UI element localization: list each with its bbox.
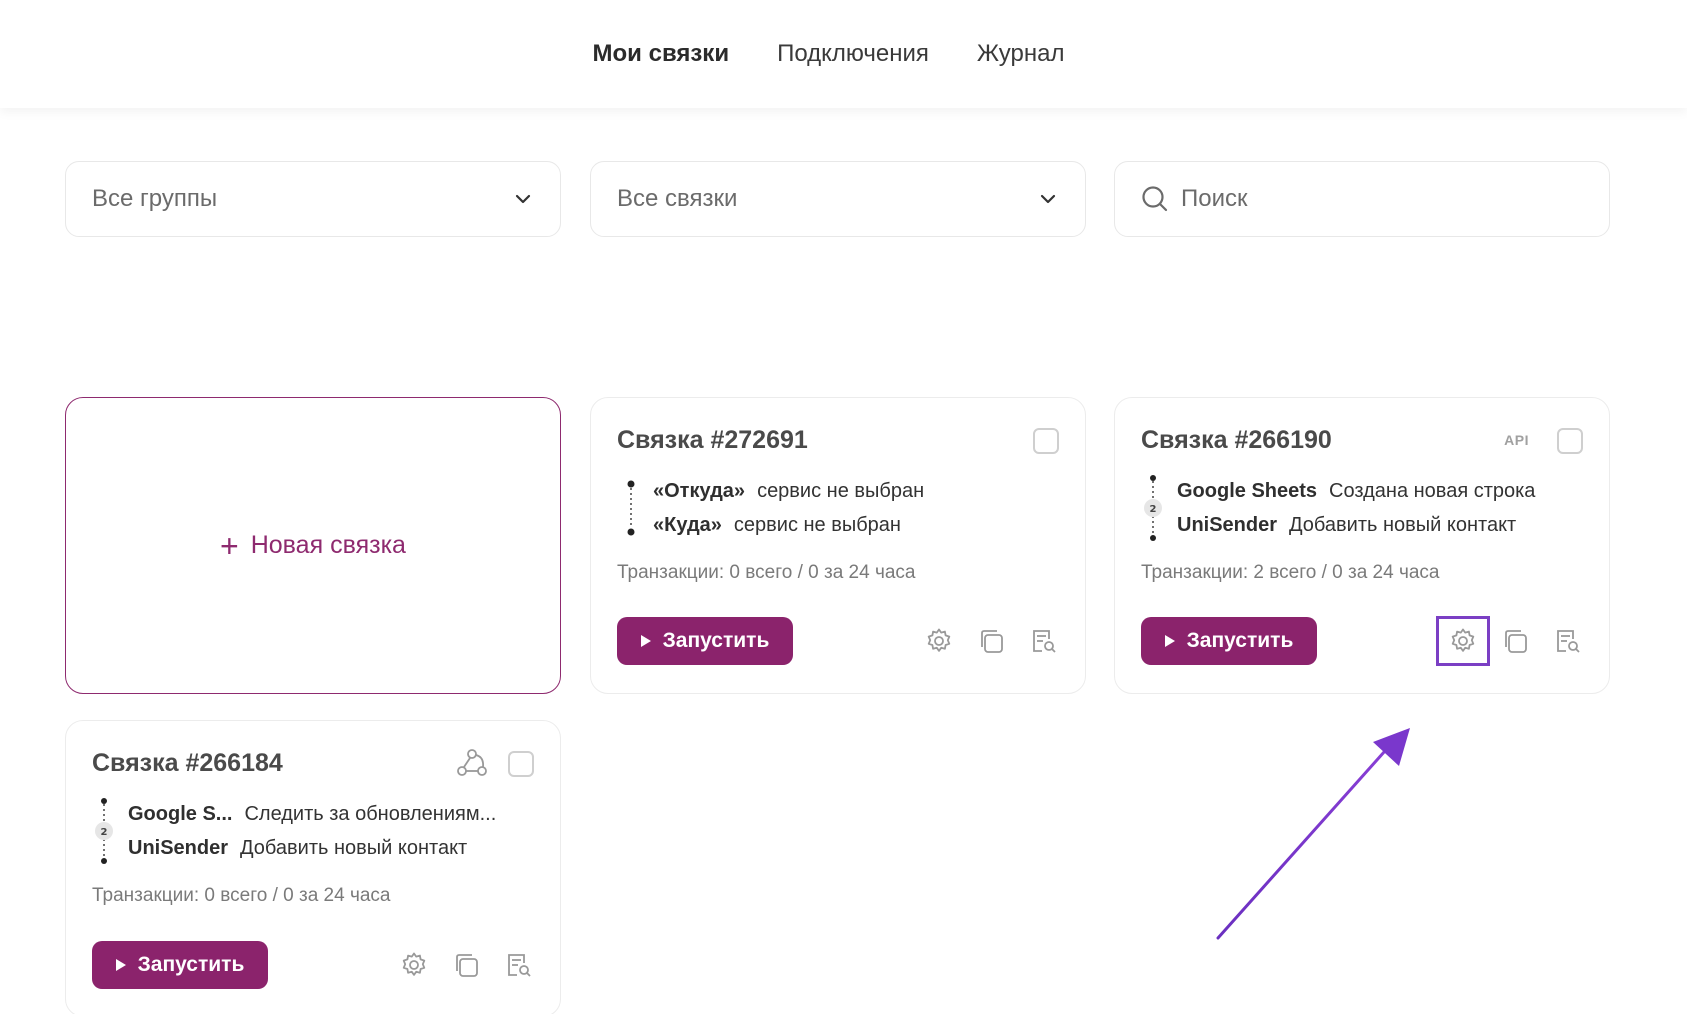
step-count: 2: [1150, 504, 1157, 515]
step-count: 2: [101, 827, 108, 838]
play-icon: [640, 635, 651, 647]
search-input-placeholder: Поиск: [1181, 185, 1248, 212]
new-link-button[interactable]: + Новая связка: [220, 530, 406, 562]
api-badge: API: [1504, 432, 1529, 448]
copy-icon[interactable]: [1500, 626, 1530, 656]
log-icon[interactable]: [1028, 626, 1058, 656]
copy-icon[interactable]: [976, 626, 1006, 656]
link-card-title: Связка #272691: [617, 426, 808, 454]
chevron-down-icon: [1037, 188, 1059, 210]
transactions-text: Транзакции: 0 всего / 0 за 24 часа: [92, 885, 391, 906]
step-target: UniSender Добавить новый контакт: [128, 836, 468, 859]
log-icon[interactable]: [503, 950, 533, 980]
play-icon: [1164, 635, 1175, 647]
card-actions: [924, 626, 1058, 656]
link-checkbox[interactable]: [1557, 428, 1583, 454]
run-button[interactable]: Запустить: [617, 617, 793, 665]
search-field[interactable]: Поиск: [1114, 161, 1610, 237]
step-connector-icon: 2: [1144, 475, 1162, 541]
groups-select-value: Все группы: [92, 185, 218, 212]
gear-icon[interactable]: [1436, 616, 1490, 666]
copy-icon[interactable]: [451, 950, 481, 980]
link-card-title: Связка #266190: [1141, 426, 1332, 454]
groups-select[interactable]: Все группы: [65, 161, 561, 237]
log-icon[interactable]: [1552, 626, 1582, 656]
gear-icon[interactable]: [924, 626, 954, 656]
play-icon: [115, 959, 126, 971]
card-actions: [399, 950, 533, 980]
link-card: Связка #272691 «Откуда» сервис не выбран …: [590, 397, 1086, 694]
run-button[interactable]: Запустить: [92, 941, 268, 989]
links-select-value: Все связки: [617, 185, 738, 212]
step-source: Google S... Следить за обновлениям...: [128, 802, 497, 825]
plus-icon: +: [220, 527, 239, 564]
chevron-down-icon: [512, 188, 534, 210]
tab-journal[interactable]: Журнал: [977, 40, 1065, 68]
link-steps: 2 Google S... Следить за обновлениям... U…: [92, 797, 496, 865]
step-target: UniSender Добавить новый контакт: [1177, 513, 1517, 536]
new-link-label: Новая связка: [250, 531, 406, 559]
transactions-text: Транзакции: 0 всего / 0 за 24 часа: [617, 562, 916, 583]
links-select[interactable]: Все связки: [590, 161, 1086, 237]
link-steps: «Откуда» сервис не выбран «Куда» сервис не…: [617, 474, 924, 542]
step-source: «Откуда» сервис не выбран: [653, 479, 925, 502]
link-checkbox[interactable]: [508, 751, 534, 777]
link-checkbox[interactable]: [1033, 428, 1059, 454]
new-link-card[interactable]: + Новая связка: [65, 397, 561, 694]
annotation-arrow-icon: [1216, 728, 1410, 940]
step-target: «Куда» сервис не выбран: [653, 513, 901, 536]
step-source: Google Sheets Создана новая строка: [1177, 479, 1536, 502]
tab-connections[interactable]: Подключения: [777, 40, 929, 68]
tab-my-links[interactable]: Мои связки: [593, 40, 730, 68]
gear-icon[interactable]: [399, 950, 429, 980]
webhook-icon: [454, 745, 490, 781]
run-button[interactable]: Запустить: [1141, 617, 1317, 665]
step-connector-icon: 2: [95, 798, 113, 864]
transactions-text: Транзакции: 2 всего / 0 за 24 часа: [1141, 562, 1440, 583]
link-steps: 2 Google Sheets Создана новая строка UniS…: [1141, 474, 1535, 542]
step-connector-icon: [627, 480, 635, 536]
card-actions: [1436, 616, 1582, 666]
search-icon: [1141, 185, 1169, 213]
link-card-title: Связка #266184: [92, 749, 283, 777]
top-navigation: Мои связки Подключения Журнал: [0, 0, 1687, 108]
link-card: Связка #266184 2 Google S... Следить за о…: [65, 720, 561, 1014]
link-card: Связка #266190 API 2 Google Sheets Создан…: [1114, 397, 1610, 694]
